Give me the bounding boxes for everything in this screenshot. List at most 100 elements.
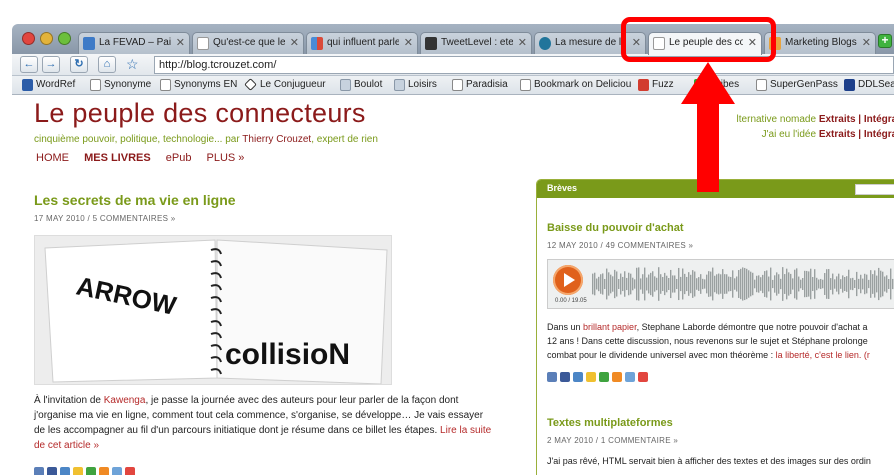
share-rss-icon[interactable]: [99, 467, 109, 475]
nav-home[interactable]: HOME: [36, 152, 69, 164]
post-title[interactable]: Les secrets de ma vie en ligne: [34, 192, 236, 208]
post-image[interactable]: ARROW collisioN: [34, 235, 392, 385]
waveform-bar: [852, 277, 854, 291]
img-word-collision: collisioN: [225, 338, 350, 371]
share-digg-icon[interactable]: [73, 467, 83, 475]
tab-close-icon[interactable]: ✕: [748, 36, 757, 49]
bookmark-paradisia[interactable]: Paradisia: [452, 79, 508, 91]
waveform-bar: [856, 271, 858, 297]
share-twitter-icon[interactable]: [112, 467, 122, 475]
close-window-icon[interactable]: [22, 32, 35, 45]
nav-plus[interactable]: PLUS »: [207, 152, 245, 164]
address-bar[interactable]: http://blog.tcrouzet.com/: [154, 56, 894, 74]
breve-share-icons: [547, 372, 651, 390]
waveform-bar: [762, 274, 764, 294]
bookmark-label: Synonyms EN: [174, 79, 238, 90]
forward-arrow-icon[interactable]: →: [42, 56, 60, 73]
waveform-bar: [860, 274, 862, 294]
tab-close-icon[interactable]: ✕: [176, 36, 185, 49]
share-rss-icon[interactable]: [612, 372, 622, 382]
waveform-bar: [600, 274, 602, 294]
bookmark-supergenpass[interactable]: SuperGenPass: [756, 79, 838, 91]
waveform-bar: [796, 268, 798, 300]
bookmark-label: Paradisia: [466, 79, 508, 90]
bookmark-star-icon[interactable]: ☆: [126, 56, 139, 72]
bookmark-folder-boulot[interactable]: Boulot: [340, 79, 382, 91]
new-tab-plus-icon[interactable]: +: [878, 34, 892, 48]
nav-epub[interactable]: ePub: [166, 152, 192, 164]
post-meta[interactable]: 17 MAY 2010 / 5 COMMENTAIRES »: [34, 214, 176, 223]
waveform-bar: [768, 276, 770, 292]
waveform-bar: [608, 272, 610, 296]
breve-title[interactable]: Textes multiplateformes: [547, 417, 673, 429]
bookmark-wordref[interactable]: WordRef: [22, 79, 75, 91]
share-digg-icon[interactable]: [586, 372, 596, 382]
bookmark-synonyms-en[interactable]: Synonyms EN: [160, 79, 238, 91]
author-link[interactable]: Thierry Crouzet: [242, 134, 311, 145]
share-linkedin-icon[interactable]: [573, 372, 583, 382]
tab-le-peuple-active[interactable]: Le peuple des con ✕: [648, 32, 762, 55]
book-extraits-link[interactable]: Extraits | Intégral: [819, 114, 894, 125]
breve-meta[interactable]: 2 MAY 2010 / 1 COMMENTAIRE »: [547, 436, 678, 445]
bookmark-ddlsearch[interactable]: DDLSearc: [844, 79, 894, 91]
share-plus-icon[interactable]: [599, 372, 609, 382]
liberte-lien-link[interactable]: la liberté, c'est le lien. (r: [776, 350, 870, 360]
tab-fevad[interactable]: La FEVAD – Paiemen ✕: [78, 32, 190, 54]
screenshot: La FEVAD – Paiemen ✕ Qu'est-ce que le m …: [0, 0, 894, 475]
breves-sidebar: Brèves Baisse du pouvoir d'achat 12 MAY …: [536, 179, 894, 475]
brillant-papier-link[interactable]: brillant papier: [583, 322, 637, 332]
tab-close-icon[interactable]: ✕: [290, 36, 299, 49]
share-search-icon[interactable]: [638, 372, 648, 382]
tab-close-icon[interactable]: ✕: [862, 36, 871, 49]
breve-title[interactable]: Baisse du pouvoir d'achat: [547, 222, 683, 234]
back-arrow-icon[interactable]: ←: [20, 56, 38, 73]
waveform-bar: [776, 272, 778, 296]
reload-icon[interactable]: ↻: [70, 56, 88, 73]
page-favicon-icon: [653, 37, 665, 50]
bookmark-synonyme[interactable]: Synonyme: [90, 79, 151, 91]
site-title[interactable]: Le peuple des connecteurs: [34, 98, 366, 129]
tab-close-icon[interactable]: ✕: [518, 36, 527, 49]
share-plus-icon[interactable]: [86, 467, 96, 475]
sidebar-search-input[interactable]: [855, 184, 894, 195]
share-facebook-icon[interactable]: [560, 372, 570, 382]
waveform-bar: [764, 271, 766, 297]
tab-quest-ce[interactable]: Qu'est-ce que le m ✕: [192, 32, 304, 54]
share-delicious-icon[interactable]: [34, 467, 44, 475]
waveform-bar: [782, 267, 784, 301]
share-twitter-icon[interactable]: [625, 372, 635, 382]
waveform-bar: [842, 275, 844, 293]
share-search-icon[interactable]: [125, 467, 135, 475]
waveform-bar: [722, 269, 724, 299]
kawenga-link[interactable]: Kawenga: [104, 395, 146, 406]
tab-close-icon[interactable]: ✕: [404, 36, 413, 49]
share-delicious-icon[interactable]: [547, 372, 557, 382]
waveform-bar: [870, 270, 872, 298]
waveform[interactable]: [592, 264, 894, 304]
waveform-bar: [750, 271, 752, 297]
book-extraits-link[interactable]: Extraits | Intégral: [819, 129, 894, 140]
home-icon[interactable]: ⌂: [98, 56, 116, 73]
page-icon: [756, 79, 767, 91]
waveform-bar: [642, 274, 644, 294]
bookmark-folder-loisirs[interactable]: Loisirs: [394, 79, 437, 91]
waveform-bar: [816, 277, 818, 291]
waveform-bar: [840, 279, 842, 289]
tab-tweetlevel[interactable]: TweetLevel : etes-v ✕: [420, 32, 532, 54]
zoom-window-icon[interactable]: [58, 32, 71, 45]
bookmark-le-conjugueur[interactable]: Le Conjugueur: [244, 78, 326, 91]
breve-meta[interactable]: 12 MAY 2010 / 49 COMMENTAIRES »: [547, 241, 693, 250]
waveform-bar: [834, 279, 836, 289]
bookmark-delicious[interactable]: Bookmark on Deliciou: [520, 79, 631, 91]
tab-google-search[interactable]: qui influent parle d ✕: [306, 32, 418, 54]
bookmark-fuzz[interactable]: Fuzz: [638, 79, 674, 91]
nav-mes-livres[interactable]: MES LIVRES: [84, 152, 151, 164]
minimize-window-icon[interactable]: [40, 32, 53, 45]
tab-label: qui influent parle d: [327, 37, 399, 48]
play-button-icon[interactable]: [553, 265, 583, 295]
waveform-bar: [718, 273, 720, 295]
share-facebook-icon[interactable]: [47, 467, 57, 475]
waveform-bar: [656, 277, 658, 291]
share-linkedin-icon[interactable]: [60, 467, 70, 475]
tab-marketing-blogs[interactable]: Marketing Blogs – ✕: [764, 32, 876, 54]
